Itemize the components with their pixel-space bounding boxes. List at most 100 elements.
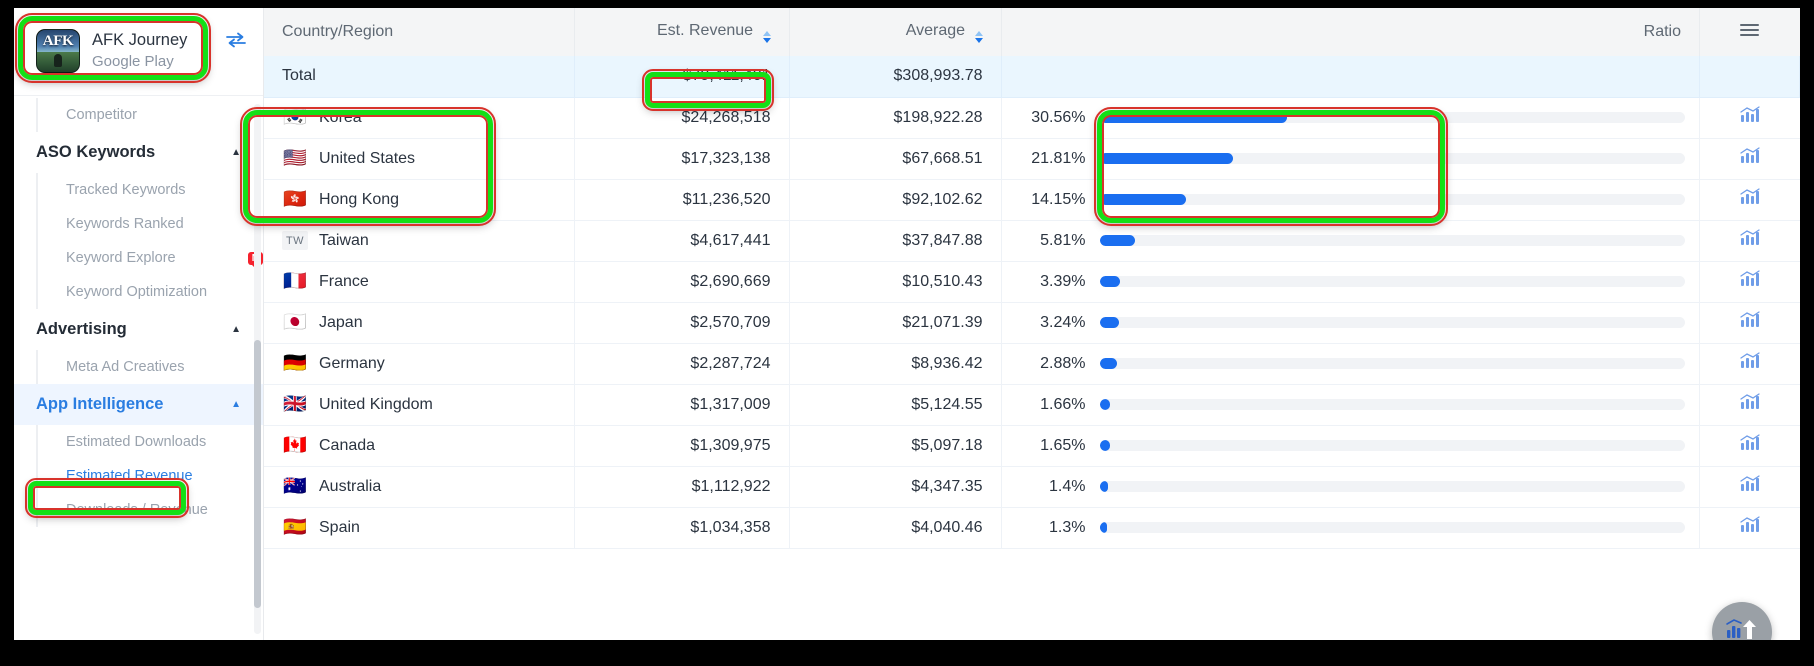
country-name: Spain — [319, 518, 360, 536]
swap-icon[interactable] — [225, 32, 247, 69]
hamburger-menu-icon[interactable] — [1740, 21, 1760, 39]
row-chart-cell[interactable] — [1699, 261, 1800, 303]
revenue-cell: $4,617,441 — [574, 220, 790, 262]
row-chart-cell[interactable] — [1699, 425, 1800, 467]
sidebar-item-label: Keyword Explore — [66, 250, 176, 266]
table-row[interactable]: 🇩🇪 Germany $2,287,724 $8,936.42 2.88% — [264, 343, 1800, 385]
revenue-cell: $17,323,138 — [574, 138, 790, 180]
table-row[interactable]: 🇪🇸 Spain $1,034,358 $4,040.46 1.3% — [264, 507, 1800, 549]
ratio-cell: 1.66% — [1001, 384, 1700, 426]
country-cell: 🇫🇷 France — [264, 261, 575, 303]
ratio-cell: 14.15% — [1001, 179, 1700, 221]
table-row[interactable]: 🇯🇵 Japan $2,570,709 $21,071.39 3.24% — [264, 302, 1800, 344]
ratio-bar-fill — [1099, 399, 1110, 410]
average-cell: $67,668.51 — [789, 138, 1002, 180]
bar-chart-icon[interactable] — [1740, 393, 1760, 411]
country-cell: 🇩🇪 Germany — [264, 343, 575, 385]
table-row[interactable]: 🇦🇺 Australia $1,112,922 $4,347.35 1.4% — [264, 466, 1800, 508]
sidebar: AFK AFK Journey Google Play Competitor AS… — [14, 8, 264, 640]
ratio-value: 1.65% — [1040, 436, 1086, 454]
country-name: Hong Kong — [319, 190, 400, 208]
sidebar-item-downloads-revenue[interactable]: Downloads / Revenue — [36, 493, 263, 527]
column-header-country[interactable]: Country/Region — [264, 8, 575, 56]
sidebar-item-competitor[interactable]: Competitor — [36, 98, 263, 132]
export-fab-button[interactable] — [1712, 602, 1772, 640]
column-header-ratio[interactable]: Ratio — [1001, 8, 1700, 56]
ratio-bar-fill — [1099, 153, 1234, 164]
column-header-average[interactable]: Average — [789, 8, 1002, 56]
sidebar-item-keyword-optimization[interactable]: Keyword Optimization — [36, 275, 263, 309]
chevron-up-icon[interactable]: ▲ — [231, 147, 241, 158]
column-header-menu[interactable] — [1699, 8, 1800, 56]
country-name: Japan — [319, 313, 363, 331]
row-chart-cell[interactable] — [1699, 466, 1800, 508]
sidebar-item-keyword-explore[interactable]: Keyword ExploreN — [36, 241, 263, 275]
table-row[interactable]: 🇰🇷 Korea $24,268,518 $198,922.28 30.56% — [264, 97, 1800, 139]
ratio-bar-track — [1099, 399, 1685, 410]
row-chart-cell[interactable] — [1699, 220, 1800, 262]
table-row[interactable]: 🇺🇸 United States $17,323,138 $67,668.51 21.8… — [264, 138, 1800, 180]
column-header-revenue[interactable]: Est. Revenue — [574, 8, 790, 56]
sidebar-item-keywords-ranked[interactable]: Keywords Ranked — [36, 207, 263, 241]
sidebar-group-aso-keywords[interactable]: ASO Keywords ▲ — [14, 132, 263, 173]
sidebar-item-estimated-downloads[interactable]: Estimated Downloads — [36, 425, 263, 459]
ratio-value: 5.81% — [1040, 231, 1086, 249]
row-chart-cell[interactable] — [1699, 179, 1800, 221]
revenue-cell: $2,287,724 — [574, 343, 790, 385]
bar-chart-icon[interactable] — [1740, 147, 1760, 165]
ratio-cell: 1.65% — [1001, 425, 1700, 467]
table-row[interactable]: 🇨🇦 Canada $1,309,975 $5,097.18 1.65% — [264, 425, 1800, 467]
row-chart-cell[interactable] — [1699, 302, 1800, 344]
bar-chart-icon[interactable] — [1740, 434, 1760, 452]
revenue-cell: $1,112,922 — [574, 466, 790, 508]
bar-chart-icon[interactable] — [1740, 352, 1760, 370]
country-flag-icon: TW — [282, 231, 308, 250]
row-chart-cell[interactable] — [1699, 138, 1800, 180]
screenshot-root: AFK AFK Journey Google Play Competitor AS… — [0, 0, 1814, 666]
table-row[interactable]: 🇬🇧 United Kingdom $1,317,009 $5,124.55 1.66% — [264, 384, 1800, 426]
ratio-bar-fill — [1099, 194, 1187, 205]
bar-chart-icon[interactable] — [1740, 516, 1760, 534]
bar-chart-icon[interactable] — [1740, 270, 1760, 288]
sidebar-nav: Competitor ASO Keywords ▲ Tracked Keywords K… — [14, 96, 263, 527]
sort-revenue-icon[interactable] — [762, 30, 771, 43]
sidebar-item-tracked-keywords[interactable]: Tracked Keywords — [36, 173, 263, 207]
ratio-bar-fill — [1099, 235, 1136, 246]
app-meta: AFK Journey Google Play — [92, 29, 213, 72]
bar-chart-icon[interactable] — [1740, 311, 1760, 329]
country-revenue-table: Country/Region Est. Revenue Average Rati… — [264, 8, 1800, 549]
sidebar-item-estimated-revenue[interactable]: Estimated Revenue — [36, 459, 263, 493]
table-row[interactable]: 🇫🇷 France $2,690,669 $10,510.43 3.39% — [264, 261, 1800, 303]
sidebar-item-meta-ad-creatives[interactable]: Meta Ad Creatives — [36, 350, 263, 384]
bar-chart-icon[interactable] — [1740, 188, 1760, 206]
average-cell: $10,510.43 — [789, 261, 1002, 303]
row-chart-cell[interactable] — [1699, 384, 1800, 426]
chevron-up-icon[interactable]: ▲ — [231, 324, 241, 335]
bar-chart-icon[interactable] — [1740, 229, 1760, 247]
sidebar-group-advertising[interactable]: Advertising ▲ — [14, 309, 263, 350]
total-average: $308,993.78 — [789, 56, 1002, 98]
ratio-value: 30.56% — [1031, 108, 1086, 126]
row-chart-cell[interactable] — [1699, 507, 1800, 549]
country-cell: 🇨🇦 Canada — [264, 425, 575, 467]
sort-average-icon[interactable] — [974, 30, 983, 43]
ratio-bar-track — [1099, 235, 1685, 246]
country-flag-icon: 🇺🇸 — [283, 148, 307, 169]
country-flag-icon: 🇬🇧 — [283, 394, 307, 415]
chevron-up-icon[interactable]: ▲ — [231, 399, 241, 410]
app-switcher-header[interactable]: AFK AFK Journey Google Play — [14, 8, 263, 96]
row-chart-cell[interactable] — [1699, 343, 1800, 385]
row-chart-cell[interactable] — [1699, 97, 1800, 139]
column-header-average-label: Average — [905, 21, 966, 39]
average-cell: $198,922.28 — [789, 97, 1002, 139]
sidebar-group-app-intelligence[interactable]: App Intelligence ▲ — [14, 384, 263, 425]
ratio-value: 1.4% — [1049, 477, 1086, 495]
country-name: Taiwan — [319, 231, 369, 249]
bar-chart-icon[interactable] — [1740, 106, 1760, 124]
table-row[interactable]: TW Taiwan $4,617,441 $37,847.88 5.81% — [264, 220, 1800, 262]
country-cell: 🇰🇷 Korea — [264, 97, 575, 139]
bar-chart-icon[interactable] — [1740, 475, 1760, 493]
country-cell: 🇺🇸 United States — [264, 138, 575, 180]
sidebar-scrollbar-thumb[interactable] — [254, 340, 261, 608]
table-row[interactable]: 🇭🇰 Hong Kong $11,236,520 $92,102.62 14.15% — [264, 179, 1800, 221]
